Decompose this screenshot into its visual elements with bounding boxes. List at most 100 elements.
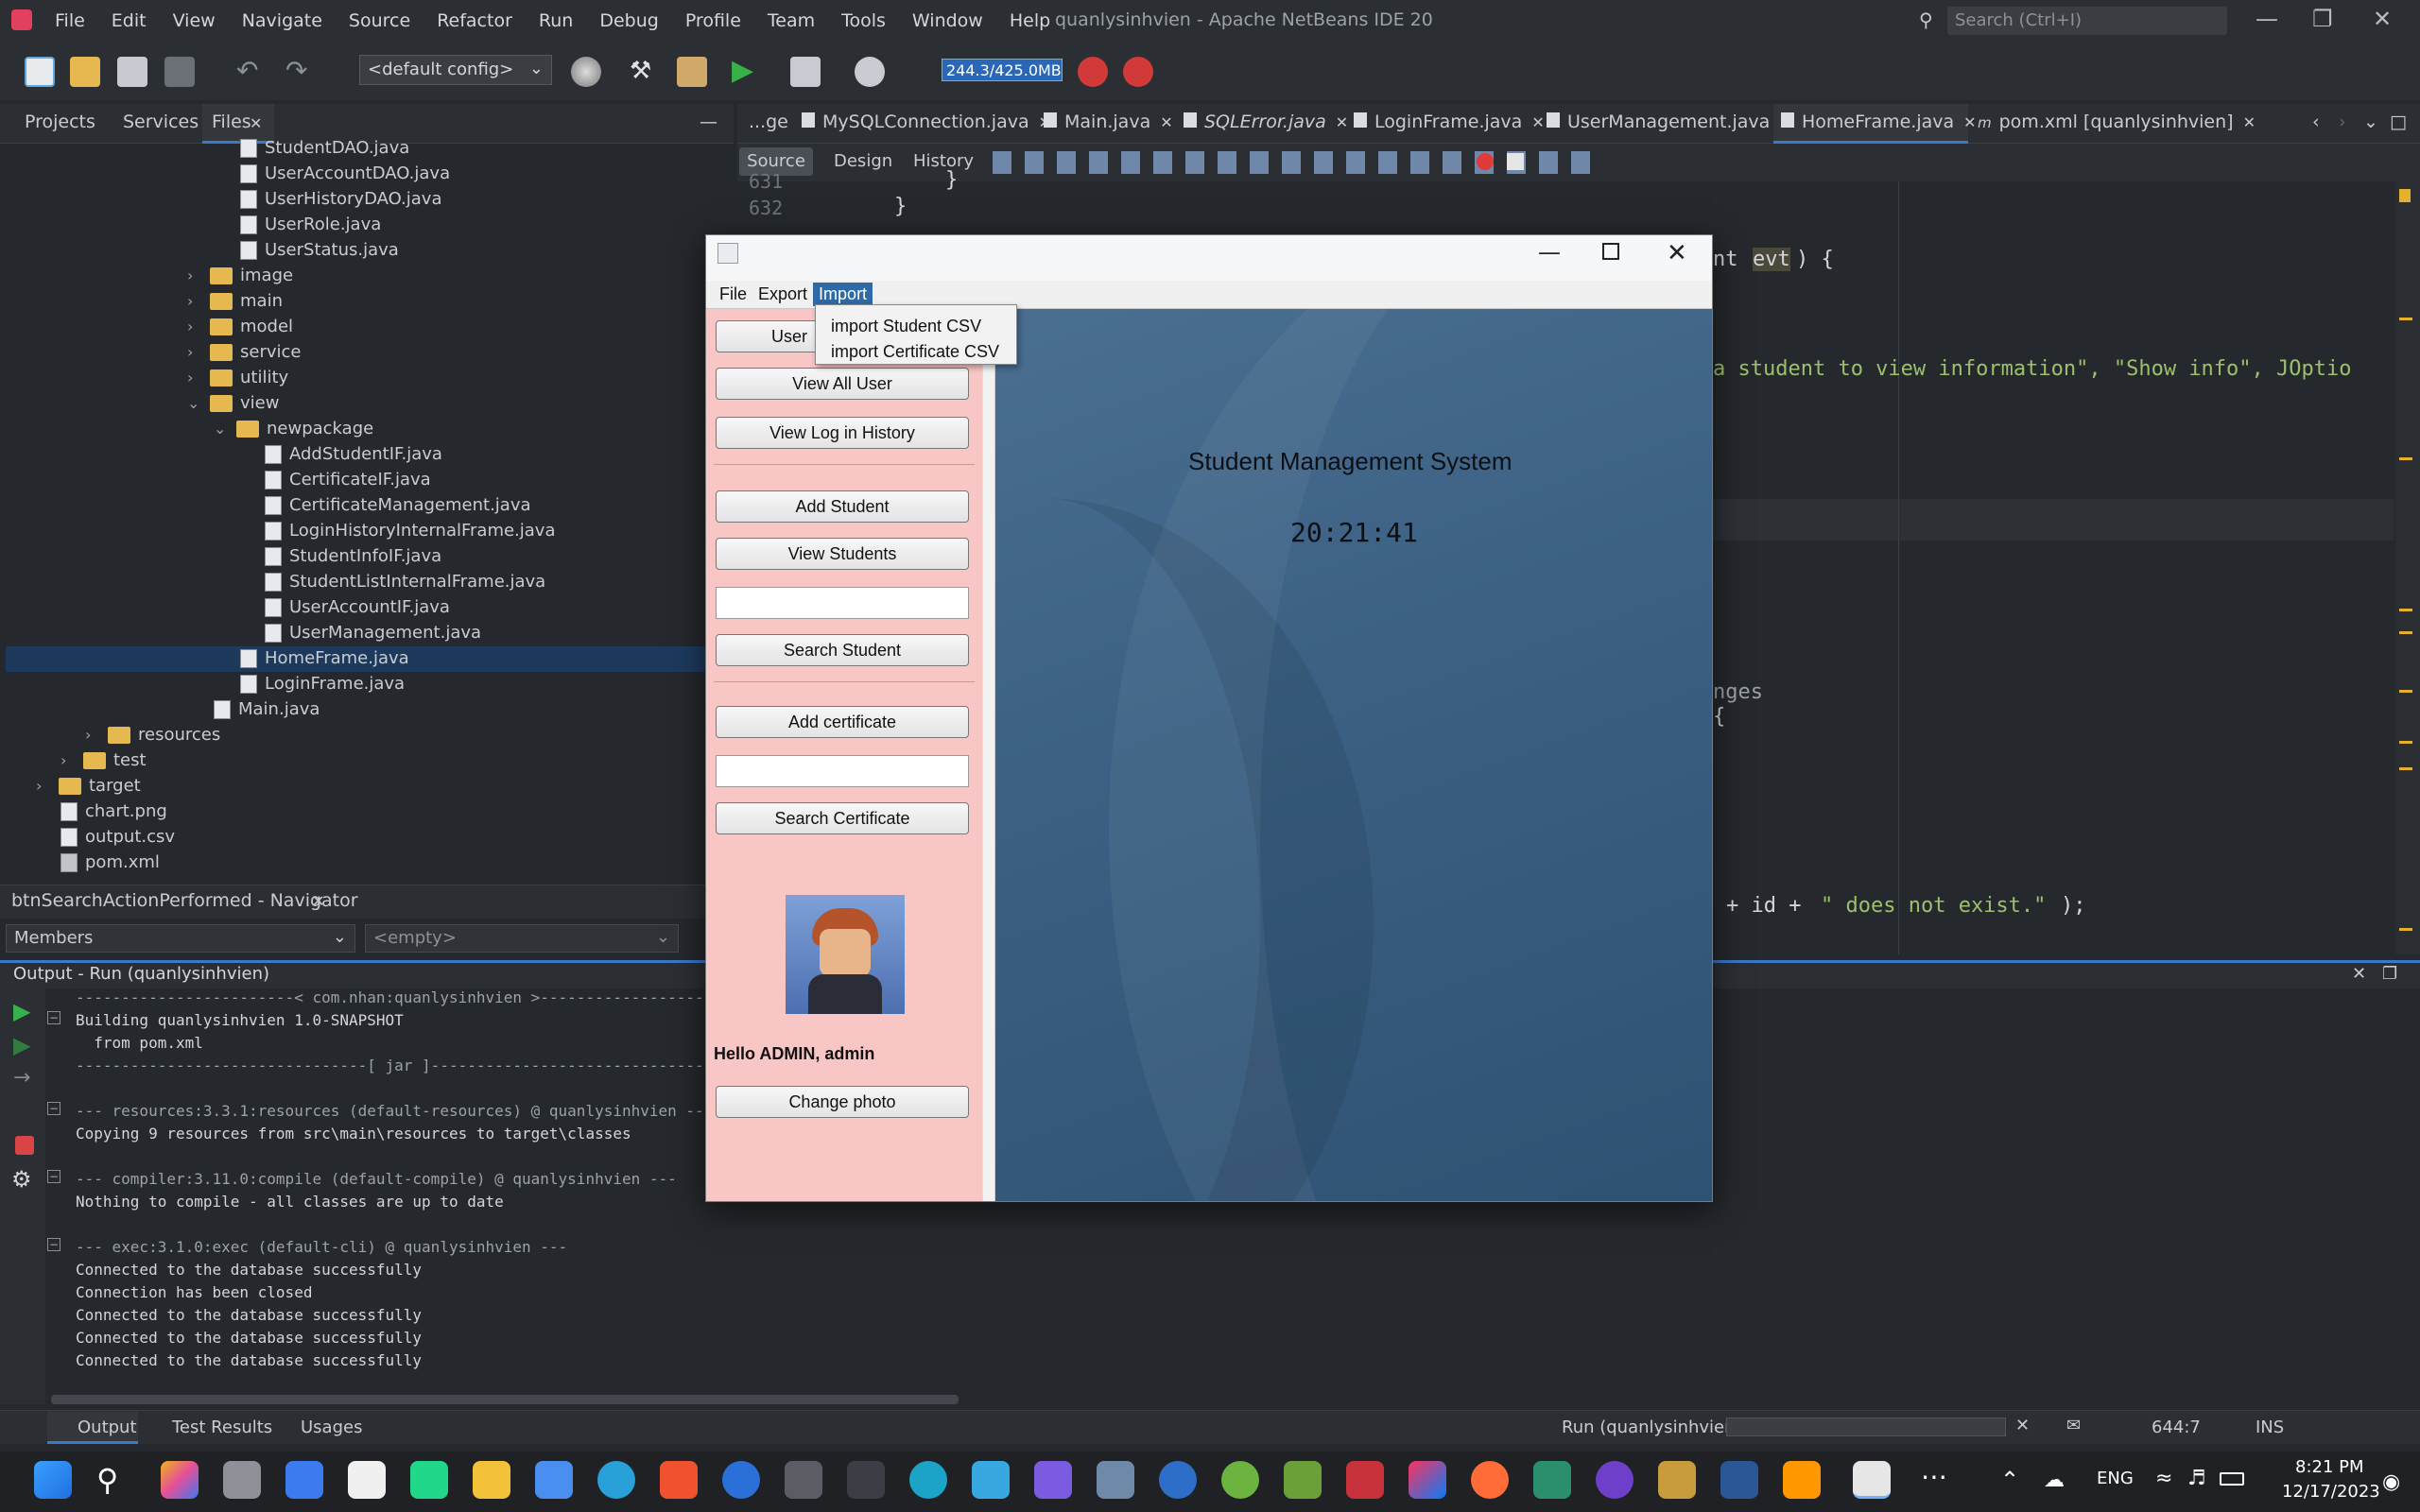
camera-icon[interactable]	[785, 1461, 822, 1499]
stripe-marker[interactable]	[2399, 318, 2412, 320]
horizontal-scrollbar[interactable]	[51, 1395, 959, 1404]
java-app-icon[interactable]	[1853, 1461, 1891, 1499]
tree-item[interactable]: pom.xml	[60, 852, 160, 872]
wifi-icon[interactable]: ≈	[2155, 1467, 2172, 1490]
obsidian-icon[interactable]	[1034, 1461, 1072, 1499]
view-design-button[interactable]: Design	[834, 151, 892, 171]
close-icon[interactable]: ✕	[2373, 6, 2392, 32]
clock-date[interactable]: 12/17/2023	[2282, 1482, 2380, 1502]
search-student-input[interactable]	[716, 587, 969, 619]
chevron-down-icon[interactable]: ⌄	[187, 394, 202, 412]
stripe-marker[interactable]	[2399, 741, 2412, 744]
stripe-marker[interactable]	[2399, 928, 2412, 931]
menu-item-import-certificate-csv[interactable]: import Certificate CSV	[831, 342, 999, 362]
new-file-icon[interactable]	[25, 57, 55, 87]
chevron-right-icon[interactable]: ›	[187, 266, 202, 284]
tab-output[interactable]: Output	[78, 1418, 137, 1437]
search-student-button[interactable]: Search Student	[716, 634, 969, 666]
tree-item[interactable]: ⌄ view	[187, 393, 279, 413]
gc-icon[interactable]	[1078, 57, 1108, 87]
editor-icon[interactable]	[1284, 1461, 1322, 1499]
menu-view[interactable]: View	[160, 10, 229, 31]
close-icon[interactable]: ✕	[250, 114, 262, 132]
close-icon[interactable]: ✕	[2243, 113, 2256, 131]
github-icon[interactable]	[1596, 1461, 1634, 1499]
memory-indicator[interactable]: 244.3/425.0MB	[942, 59, 1063, 81]
close-icon[interactable]: ✕	[312, 892, 324, 910]
search-input[interactable]: Search (Ctrl+I)	[1947, 7, 2227, 35]
tree-item[interactable]: › image	[187, 266, 293, 285]
menu-source[interactable]: Source	[336, 10, 424, 31]
app-icon[interactable]	[1159, 1461, 1197, 1499]
clean-build-icon[interactable]	[677, 57, 707, 87]
tab-scroll-right-icon[interactable]: ›	[2339, 112, 2346, 132]
stripe-marker[interactable]	[2399, 631, 2412, 634]
onedrive-icon[interactable]: ☁	[2044, 1469, 2065, 1492]
chevron-down-icon[interactable]: ⌄	[214, 420, 229, 438]
tab-sqlerror[interactable]: SQLError.java ✕	[1184, 112, 1348, 132]
record-macro-icon[interactable]	[1477, 153, 1494, 170]
stop-icon[interactable]	[15, 1136, 34, 1155]
chevron-down-icon[interactable]: ⌄	[2363, 112, 2378, 132]
add-student-button[interactable]: Add Student	[716, 490, 969, 523]
stripe-marker[interactable]	[2399, 690, 2412, 693]
cancel-process-icon[interactable]: ✕	[2015, 1416, 2030, 1435]
tree-item[interactable]: CertificateManagement.java	[265, 495, 531, 515]
intellij-icon[interactable]	[1409, 1461, 1446, 1499]
stripe-marker[interactable]	[2399, 457, 2412, 460]
word-icon[interactable]	[1720, 1461, 1758, 1499]
app-menu-file[interactable]: File	[714, 283, 752, 306]
tab-homeframe[interactable]: HomeFrame.java ✕	[1781, 112, 1977, 132]
notification-dot-icon[interactable]: ◉	[2382, 1470, 2400, 1494]
tab-services[interactable]: Services	[123, 112, 199, 132]
tree-item[interactable]: › utility	[187, 368, 288, 387]
tree-item[interactable]: UserStatus.java	[240, 240, 399, 260]
edge-beta-icon[interactable]	[597, 1461, 635, 1499]
more-icon[interactable]: ⋯	[1915, 1461, 1953, 1499]
battery-icon[interactable]	[2220, 1472, 2244, 1486]
maximize-icon[interactable]: ❐	[2312, 6, 2333, 32]
stripe-marker[interactable]	[2399, 767, 2412, 770]
tree-item[interactable]: UserHistoryDAO.java	[240, 189, 441, 209]
windows-start-icon[interactable]	[34, 1461, 72, 1499]
tab-test-results[interactable]: Test Results	[172, 1418, 272, 1437]
close-icon[interactable]: ✕	[1160, 113, 1172, 131]
profile-icon[interactable]	[855, 57, 885, 87]
tree-item[interactable]: AddStudentIF.java	[265, 444, 442, 464]
chevron-right-icon[interactable]: ›	[60, 751, 76, 769]
tree-item[interactable]: LoginFrame.java	[240, 674, 405, 694]
fold-icon[interactable]: −	[47, 1102, 60, 1115]
tab-usages[interactable]: Usages	[301, 1418, 362, 1437]
chevron-up-icon[interactable]: ⌃	[2000, 1467, 2019, 1493]
gc-clear-icon[interactable]	[1123, 57, 1153, 87]
tree-item[interactable]: UserAccountIF.java	[265, 597, 450, 617]
add-certificate-button[interactable]: Add certificate	[716, 706, 969, 738]
datagrip-icon[interactable]	[1533, 1461, 1571, 1499]
maximize-icon[interactable]	[1602, 243, 1619, 260]
brave-icon[interactable]	[660, 1461, 698, 1499]
close-icon[interactable]: ✕	[1667, 239, 1687, 267]
undo-icon[interactable]: ↶	[236, 57, 267, 87]
minimize-panel-icon[interactable]: —	[700, 112, 717, 132]
notion-icon[interactable]	[348, 1461, 386, 1499]
clock-time[interactable]: 8:21 PM	[2295, 1457, 2364, 1477]
search-certificate-input[interactable]	[716, 755, 969, 787]
menu-debug[interactable]: Debug	[586, 10, 671, 31]
volume-icon[interactable]: ♬	[2187, 1467, 2206, 1490]
restore-icon[interactable]: ❐	[2382, 964, 2397, 984]
maximize-icon[interactable]: □	[2390, 112, 2407, 132]
menu-team[interactable]: Team	[754, 10, 828, 31]
terminal-icon[interactable]	[847, 1461, 885, 1499]
settings-icon[interactable]: ⚙	[11, 1166, 32, 1193]
pycharm-icon[interactable]	[410, 1461, 448, 1499]
firefox-icon[interactable]	[722, 1461, 760, 1499]
chevron-right-icon[interactable]: ›	[36, 777, 51, 795]
tree-item[interactable]: Main.java	[214, 699, 320, 719]
keyboard-icon[interactable]	[972, 1461, 1010, 1499]
close-icon[interactable]: ✕	[1531, 113, 1544, 131]
rerun-options-icon[interactable]: ▶	[13, 1032, 30, 1058]
menu-run[interactable]: Run	[526, 10, 586, 31]
tab-ge[interactable]: ...ge	[749, 112, 788, 132]
view-log-history-button[interactable]: View Log in History	[716, 417, 969, 449]
stripe-marker[interactable]	[2399, 189, 2411, 202]
